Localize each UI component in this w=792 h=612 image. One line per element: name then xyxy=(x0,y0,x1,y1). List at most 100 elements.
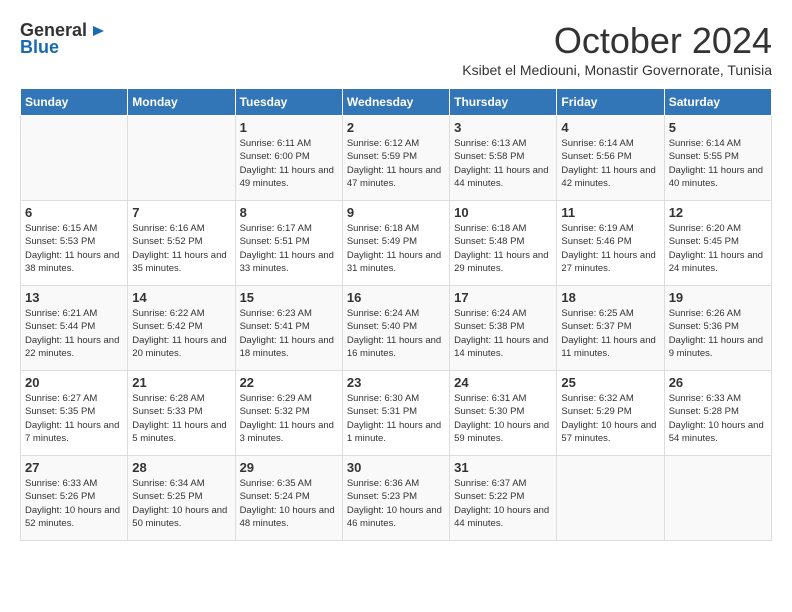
calendar-cell: 29 Sunrise: 6:35 AM Sunset: 5:24 PM Dayli… xyxy=(235,456,342,541)
day-info: Sunrise: 6:12 AM Sunset: 5:59 PM Dayligh… xyxy=(347,137,445,190)
day-info: Sunrise: 6:32 AM Sunset: 5:29 PM Dayligh… xyxy=(561,392,659,445)
calendar-cell: 10 Sunrise: 6:18 AM Sunset: 5:48 PM Dayli… xyxy=(450,201,557,286)
calendar-cell: 12Sunrise: 6:20 AM Sunset: 5:45 PM Dayli… xyxy=(664,201,771,286)
calendar-cell: 3Sunrise: 6:13 AM Sunset: 5:58 PM Daylig… xyxy=(450,116,557,201)
header-sunday: Sunday xyxy=(21,89,128,116)
header-thursday: Thursday xyxy=(450,89,557,116)
calendar-cell: 27Sunrise: 6:33 AM Sunset: 5:26 PM Dayli… xyxy=(21,456,128,541)
calendar-cell: 21 Sunrise: 6:28 AM Sunset: 5:33 PM Dayli… xyxy=(128,371,235,456)
page-header: General Blue October 2024 Ksibet el Medi… xyxy=(20,20,772,78)
day-info: Sunrise: 6:22 AM Sunset: 5:42 PM Dayligh… xyxy=(132,307,230,360)
calendar-cell xyxy=(128,116,235,201)
day-info: Sunrise: 6:21 AM Sunset: 5:44 PM Dayligh… xyxy=(25,307,123,360)
day-number: 1 xyxy=(240,120,338,135)
day-number: 20 xyxy=(25,375,123,390)
day-info: Sunrise: 6:34 AM Sunset: 5:25 PM Dayligh… xyxy=(132,477,230,530)
calendar-cell: 30 Sunrise: 6:36 AM Sunset: 5:23 PM Dayli… xyxy=(342,456,449,541)
calendar-cell: 14 Sunrise: 6:22 AM Sunset: 5:42 PM Dayli… xyxy=(128,286,235,371)
day-info: Sunrise: 6:28 AM Sunset: 5:33 PM Dayligh… xyxy=(132,392,230,445)
calendar-cell: 7 Sunrise: 6:16 AM Sunset: 5:52 PM Daylig… xyxy=(128,201,235,286)
logo: General Blue xyxy=(20,20,107,58)
day-number: 24 xyxy=(454,375,552,390)
day-number: 28 xyxy=(132,460,230,475)
day-number: 14 xyxy=(132,290,230,305)
day-info: Sunrise: 6:19 AM Sunset: 5:46 PM Dayligh… xyxy=(561,222,659,275)
day-number: 30 xyxy=(347,460,445,475)
calendar-cell: 1 Sunrise: 6:11 AM Sunset: 6:00 PM Daylig… xyxy=(235,116,342,201)
day-number: 26 xyxy=(669,375,767,390)
day-info: Sunrise: 6:18 AM Sunset: 5:48 PM Dayligh… xyxy=(454,222,552,275)
day-number: 31 xyxy=(454,460,552,475)
header-friday: Friday xyxy=(557,89,664,116)
calendar-cell: 16 Sunrise: 6:24 AM Sunset: 5:40 PM Dayli… xyxy=(342,286,449,371)
day-info: Sunrise: 6:20 AM Sunset: 5:45 PM Dayligh… xyxy=(669,222,767,275)
day-info: Sunrise: 6:16 AM Sunset: 5:52 PM Dayligh… xyxy=(132,222,230,275)
logo-blue: Blue xyxy=(20,37,59,58)
calendar-cell xyxy=(664,456,771,541)
calendar-cell: 22Sunrise: 6:29 AM Sunset: 5:32 PM Dayli… xyxy=(235,371,342,456)
day-number: 16 xyxy=(347,290,445,305)
week-row-2: 13 Sunrise: 6:21 AM Sunset: 5:44 PM Dayli… xyxy=(21,286,772,371)
day-info: Sunrise: 6:33 AM Sunset: 5:26 PM Dayligh… xyxy=(25,477,123,530)
calendar-cell: 13 Sunrise: 6:21 AM Sunset: 5:44 PM Dayli… xyxy=(21,286,128,371)
calendar-body: 1 Sunrise: 6:11 AM Sunset: 6:00 PM Daylig… xyxy=(21,116,772,541)
day-number: 11 xyxy=(561,205,659,220)
day-number: 2 xyxy=(347,120,445,135)
day-number: 25 xyxy=(561,375,659,390)
day-info: Sunrise: 6:30 AM Sunset: 5:31 PM Dayligh… xyxy=(347,392,445,445)
calendar-cell: 9Sunrise: 6:18 AM Sunset: 5:49 PM Daylig… xyxy=(342,201,449,286)
header-monday: Monday xyxy=(128,89,235,116)
day-info: Sunrise: 6:14 AM Sunset: 5:55 PM Dayligh… xyxy=(669,137,767,190)
day-number: 4 xyxy=(561,120,659,135)
day-number: 21 xyxy=(132,375,230,390)
calendar-cell xyxy=(557,456,664,541)
day-info: Sunrise: 6:31 AM Sunset: 5:30 PM Dayligh… xyxy=(454,392,552,445)
day-number: 8 xyxy=(240,205,338,220)
calendar-cell: 28 Sunrise: 6:34 AM Sunset: 5:25 PM Dayli… xyxy=(128,456,235,541)
day-number: 29 xyxy=(240,460,338,475)
calendar-header: Sunday Monday Tuesday Wednesday Thursday… xyxy=(21,89,772,116)
header-saturday: Saturday xyxy=(664,89,771,116)
day-number: 22 xyxy=(240,375,338,390)
day-info: Sunrise: 6:15 AM Sunset: 5:53 PM Dayligh… xyxy=(25,222,123,275)
day-number: 15 xyxy=(240,290,338,305)
calendar-cell: 31Sunrise: 6:37 AM Sunset: 5:22 PM Dayli… xyxy=(450,456,557,541)
month-title: October 2024 xyxy=(462,20,772,62)
day-info: Sunrise: 6:33 AM Sunset: 5:28 PM Dayligh… xyxy=(669,392,767,445)
day-number: 23 xyxy=(347,375,445,390)
calendar-cell: 26 Sunrise: 6:33 AM Sunset: 5:28 PM Dayli… xyxy=(664,371,771,456)
day-number: 13 xyxy=(25,290,123,305)
week-row-4: 27Sunrise: 6:33 AM Sunset: 5:26 PM Dayli… xyxy=(21,456,772,541)
calendar-table: Sunday Monday Tuesday Wednesday Thursday… xyxy=(20,88,772,541)
day-info: Sunrise: 6:26 AM Sunset: 5:36 PM Dayligh… xyxy=(669,307,767,360)
calendar-cell: 19Sunrise: 6:26 AM Sunset: 5:36 PM Dayli… xyxy=(664,286,771,371)
day-info: Sunrise: 6:24 AM Sunset: 5:38 PM Dayligh… xyxy=(454,307,552,360)
calendar-cell: 4 Sunrise: 6:14 AM Sunset: 5:56 PM Daylig… xyxy=(557,116,664,201)
calendar-cell: 25 Sunrise: 6:32 AM Sunset: 5:29 PM Dayli… xyxy=(557,371,664,456)
location-title: Ksibet el Mediouni, Monastir Governorate… xyxy=(462,62,772,78)
day-info: Sunrise: 6:25 AM Sunset: 5:37 PM Dayligh… xyxy=(561,307,659,360)
calendar-cell: 6Sunrise: 6:15 AM Sunset: 5:53 PM Daylig… xyxy=(21,201,128,286)
header-wednesday: Wednesday xyxy=(342,89,449,116)
day-number: 18 xyxy=(561,290,659,305)
day-number: 9 xyxy=(347,205,445,220)
calendar-cell: 24 Sunrise: 6:31 AM Sunset: 5:30 PM Dayli… xyxy=(450,371,557,456)
day-info: Sunrise: 6:11 AM Sunset: 6:00 PM Dayligh… xyxy=(240,137,338,190)
day-info: Sunrise: 6:24 AM Sunset: 5:40 PM Dayligh… xyxy=(347,307,445,360)
calendar-cell xyxy=(21,116,128,201)
logo-arrow-icon xyxy=(88,22,106,40)
calendar-cell: 5Sunrise: 6:14 AM Sunset: 5:55 PM Daylig… xyxy=(664,116,771,201)
day-number: 7 xyxy=(132,205,230,220)
week-row-0: 1 Sunrise: 6:11 AM Sunset: 6:00 PM Daylig… xyxy=(21,116,772,201)
day-info: Sunrise: 6:35 AM Sunset: 5:24 PM Dayligh… xyxy=(240,477,338,530)
calendar-cell: 8 Sunrise: 6:17 AM Sunset: 5:51 PM Daylig… xyxy=(235,201,342,286)
day-info: Sunrise: 6:14 AM Sunset: 5:56 PM Dayligh… xyxy=(561,137,659,190)
day-number: 17 xyxy=(454,290,552,305)
calendar-cell: 15Sunrise: 6:23 AM Sunset: 5:41 PM Dayli… xyxy=(235,286,342,371)
day-info: Sunrise: 6:36 AM Sunset: 5:23 PM Dayligh… xyxy=(347,477,445,530)
day-info: Sunrise: 6:13 AM Sunset: 5:58 PM Dayligh… xyxy=(454,137,552,190)
calendar-cell: 11 Sunrise: 6:19 AM Sunset: 5:46 PM Dayli… xyxy=(557,201,664,286)
day-number: 10 xyxy=(454,205,552,220)
week-row-1: 6Sunrise: 6:15 AM Sunset: 5:53 PM Daylig… xyxy=(21,201,772,286)
day-info: Sunrise: 6:17 AM Sunset: 5:51 PM Dayligh… xyxy=(240,222,338,275)
